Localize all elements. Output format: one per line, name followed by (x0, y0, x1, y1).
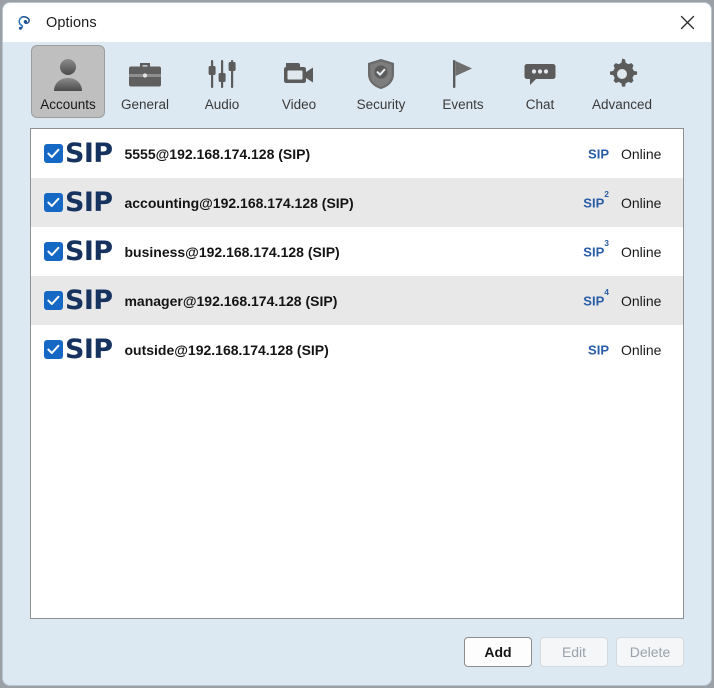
account-protocol: SIP4 (583, 287, 609, 309)
account-name: accounting@192.168.174.128 (SIP) (124, 194, 354, 211)
status-badge: Online (621, 243, 662, 260)
phone-app-icon (16, 14, 34, 32)
accounts-list[interactable]: SIP 5555@192.168.174.128 (SIP) SIP Onlin… (30, 128, 684, 619)
tab-audio[interactable]: Audio (185, 45, 259, 118)
table-row[interactable]: SIP accounting@192.168.174.128 (SIP) SIP… (31, 178, 683, 227)
person-icon (51, 52, 85, 96)
settings-toolbar: Accounts General Audio Video Security Ev… (3, 42, 711, 128)
tab-general-label: General (120, 97, 170, 112)
tab-security-label: Security (356, 97, 406, 112)
camcorder-icon (280, 52, 318, 96)
tab-advanced[interactable]: Advanced (580, 45, 664, 118)
account-enabled-checkbox[interactable] (44, 291, 63, 310)
options-window: Options Accounts General Audio Video Sec… (2, 2, 712, 686)
table-row[interactable]: SIP manager@192.168.174.128 (SIP) SIP4 O… (31, 276, 683, 325)
tab-audio-label: Audio (204, 97, 240, 112)
dialog-footer: Add Edit Delete (3, 619, 711, 685)
account-name: manager@192.168.174.128 (SIP) (124, 292, 338, 309)
sip-logo: SIP (65, 334, 113, 365)
account-protocol: SIP (588, 146, 609, 162)
account-name: 5555@192.168.174.128 (SIP) (124, 145, 311, 162)
status-badge: Online (621, 194, 662, 211)
status-badge: Online (621, 292, 662, 309)
delete-button[interactable]: Delete (616, 637, 684, 667)
account-enabled-checkbox[interactable] (44, 193, 63, 212)
tab-chat-label: Chat (525, 97, 555, 112)
tab-video-label: Video (281, 97, 317, 112)
sip-logo: SIP (65, 285, 113, 316)
sliders-icon (205, 52, 239, 96)
account-protocol: SIP3 (583, 238, 609, 260)
account-instance-number: 2 (604, 189, 609, 200)
tab-advanced-label: Advanced (591, 97, 653, 112)
account-protocol: SIP (588, 342, 609, 358)
briefcase-icon (127, 52, 163, 96)
account-name: business@192.168.174.128 (SIP) (124, 243, 340, 260)
title-bar: Options (3, 3, 711, 42)
table-row[interactable]: SIP outside@192.168.174.128 (SIP) SIP On… (31, 325, 683, 374)
edit-button[interactable]: Edit (540, 637, 608, 667)
table-row[interactable]: SIP business@192.168.174.128 (SIP) SIP3 … (31, 227, 683, 276)
status-badge: Online (621, 145, 662, 162)
gear-icon (605, 52, 639, 96)
table-row[interactable]: SIP 5555@192.168.174.128 (SIP) SIP Onlin… (31, 129, 683, 178)
tab-security[interactable]: Security (339, 45, 423, 118)
tab-events-label: Events (442, 97, 484, 112)
sip-logo: SIP (65, 138, 113, 169)
sip-logo: SIP (65, 187, 113, 218)
flag-icon (448, 52, 478, 96)
tab-accounts-label: Accounts (40, 97, 96, 112)
close-icon[interactable] (664, 3, 711, 42)
tab-events[interactable]: Events (426, 45, 500, 118)
account-instance-number: 3 (604, 238, 609, 249)
sip-logo: SIP (65, 236, 113, 267)
window-title: Options (46, 14, 97, 31)
account-enabled-checkbox[interactable] (44, 242, 63, 261)
account-name: outside@192.168.174.128 (SIP) (124, 341, 329, 358)
account-enabled-checkbox[interactable] (44, 340, 63, 359)
chat-bubble-icon (523, 52, 557, 96)
status-badge: Online (621, 341, 662, 358)
tab-chat[interactable]: Chat (503, 45, 577, 118)
account-instance-number: 4 (604, 287, 609, 298)
add-button[interactable]: Add (464, 637, 532, 667)
shield-check-icon (366, 52, 396, 96)
tab-video[interactable]: Video (262, 45, 336, 118)
account-protocol: SIP2 (583, 189, 609, 211)
tab-accounts[interactable]: Accounts (31, 45, 105, 118)
account-enabled-checkbox[interactable] (44, 144, 63, 163)
tab-general[interactable]: General (108, 45, 182, 118)
